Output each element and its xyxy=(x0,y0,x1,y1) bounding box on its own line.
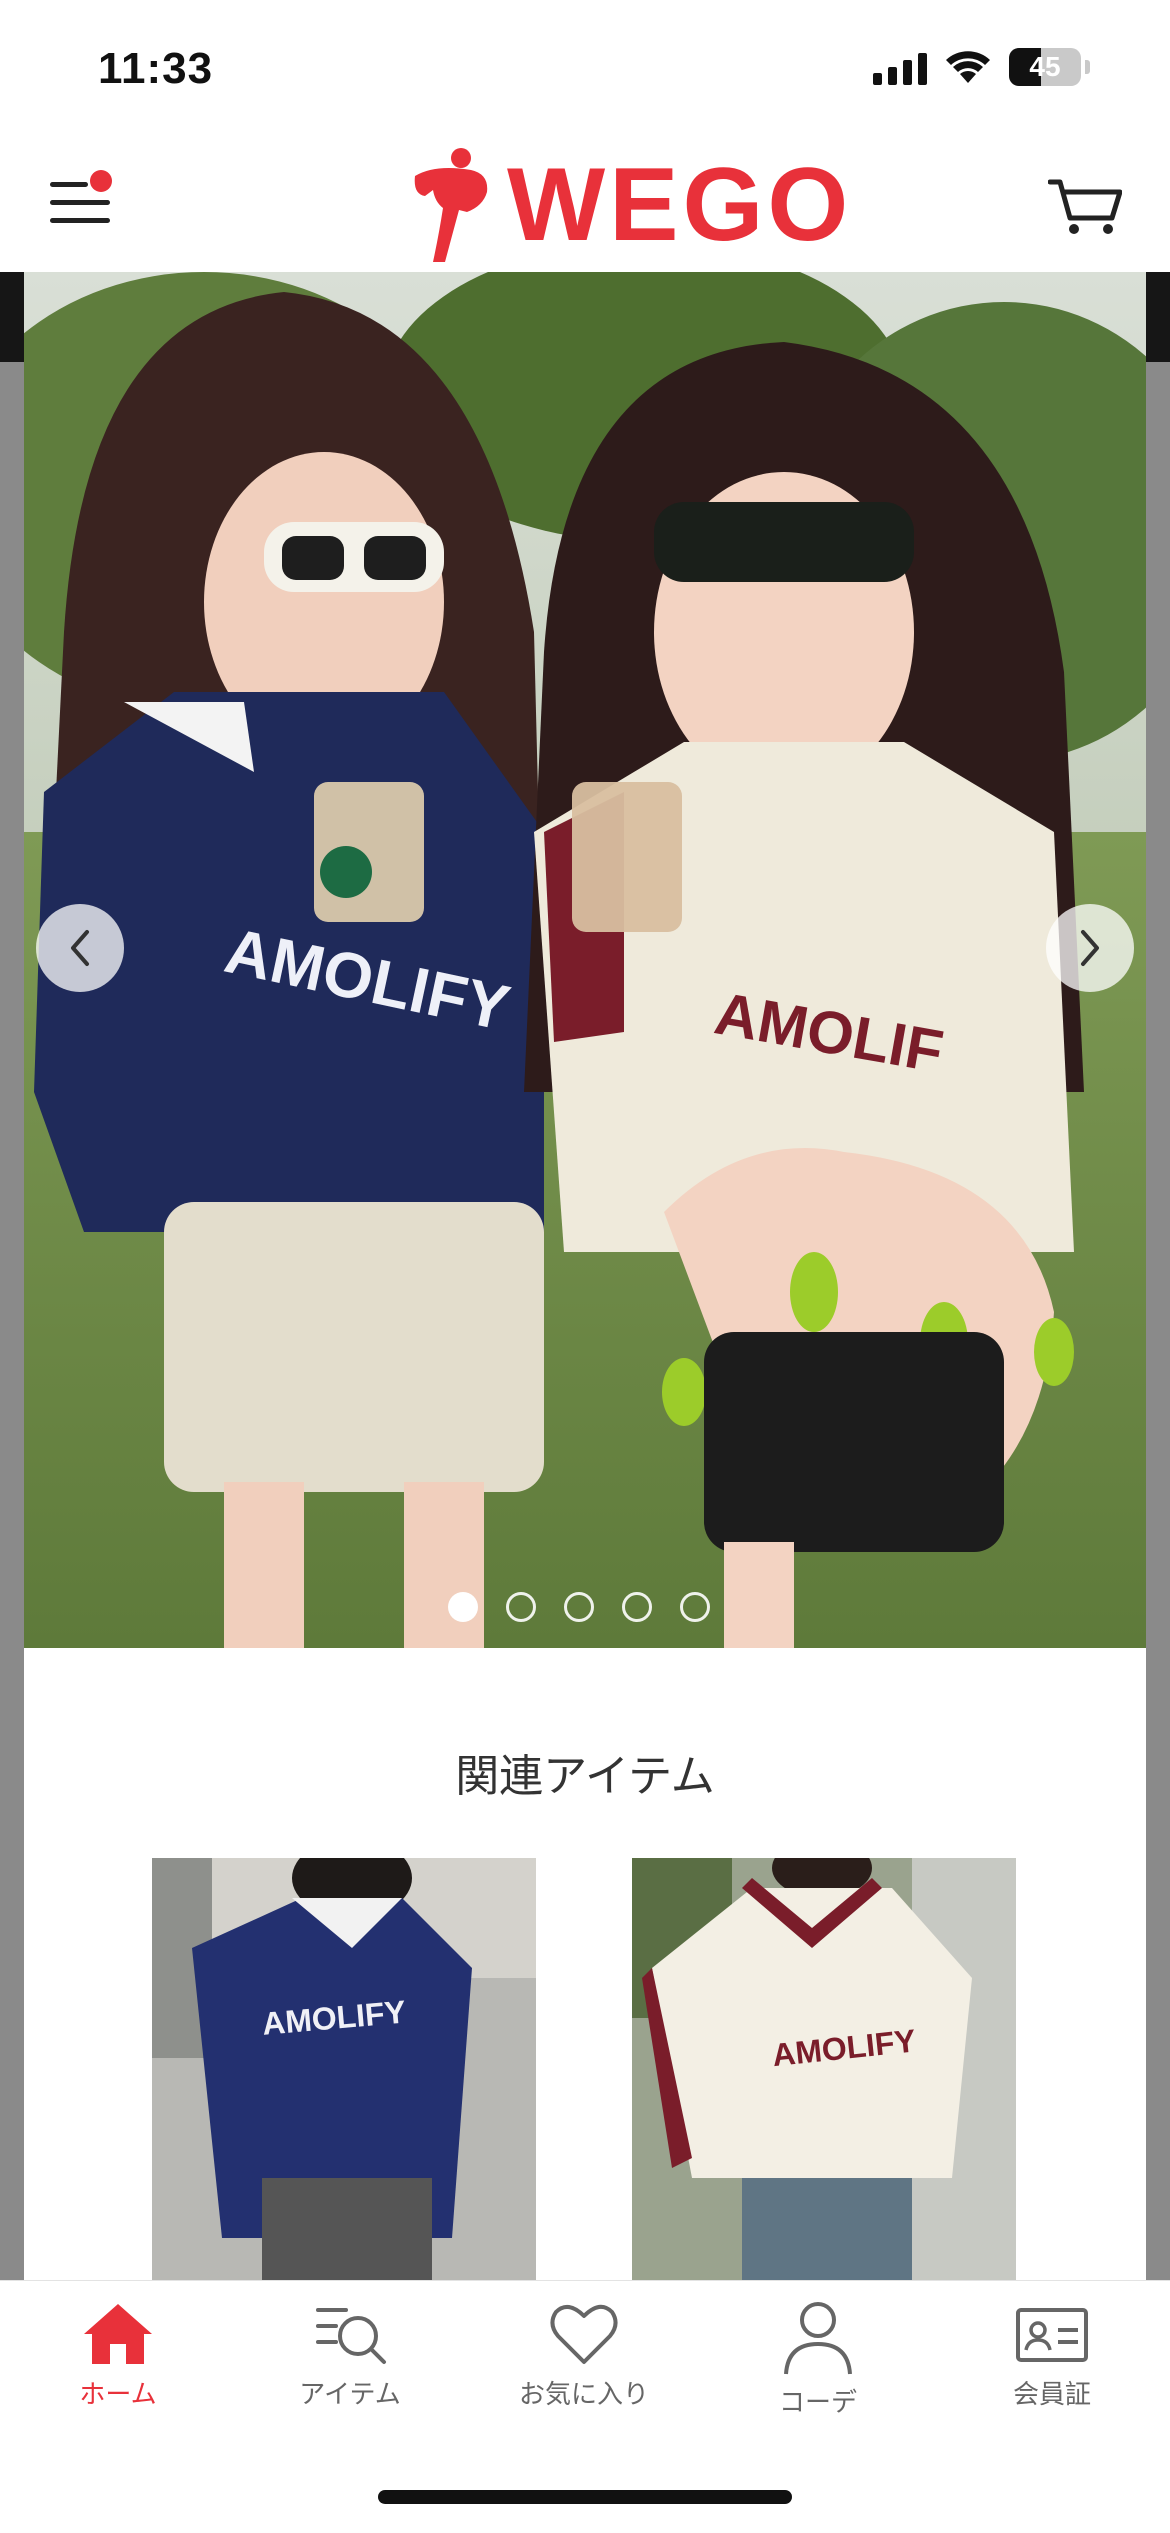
related-item-image: AMOLIFY xyxy=(152,1858,536,2282)
related-item-card[interactable]: AMOLIFY xyxy=(632,1858,1016,2282)
item-search-icon xyxy=(316,2308,386,2364)
nav-items[interactable]: アイテム xyxy=(250,2300,450,2430)
carousel-dot[interactable] xyxy=(506,1592,536,1622)
hero-photo: AMOLIFY AMOLIF xyxy=(24,272,1146,1648)
carousel-next-button[interactable] xyxy=(1046,904,1134,992)
carousel-prev-button[interactable] xyxy=(36,904,124,992)
carousel-side-strip-left xyxy=(0,272,24,362)
hero-carousel[interactable]: AMOLIFY AMOLIF xyxy=(24,272,1146,1648)
nav-home-label: ホーム xyxy=(79,2380,157,2410)
member-card-icon xyxy=(1016,2308,1088,2362)
heart-icon xyxy=(550,2304,618,2364)
nav-items-label: アイテム xyxy=(299,2380,401,2410)
wego-logo[interactable]: WEGO xyxy=(405,140,852,270)
status-icons: 45 xyxy=(873,48,1090,86)
person-icon xyxy=(784,2302,852,2375)
carousel-pagination xyxy=(448,1592,710,1622)
carousel-dot[interactable] xyxy=(448,1592,478,1622)
related-items-title: 関連アイテム xyxy=(455,1751,715,1802)
notification-dot xyxy=(90,170,112,192)
nav-member-card-label: 会員証 xyxy=(1012,2380,1091,2410)
cart-icon[interactable] xyxy=(1048,176,1122,236)
wifi-icon xyxy=(946,51,990,83)
nav-coordinate[interactable]: コーデ xyxy=(718,2300,918,2430)
side-gutter-right xyxy=(1146,362,1170,2282)
cellular-signal-icon xyxy=(873,49,927,85)
carousel-side-strip-right xyxy=(1146,272,1170,362)
carousel-dot[interactable] xyxy=(622,1592,652,1622)
carousel-dot[interactable] xyxy=(680,1592,710,1622)
battery-level: 45 xyxy=(1029,51,1061,82)
nav-member-card[interactable]: 会員証 xyxy=(952,2300,1152,2430)
related-item-card[interactable]: AMOLIFY xyxy=(152,1858,536,2282)
nav-favorites[interactable]: お気に入り xyxy=(484,2300,684,2430)
chevron-left-icon xyxy=(71,930,89,966)
nav-favorites-label: お気に入り xyxy=(518,2380,649,2410)
side-gutter-left xyxy=(0,362,24,2282)
battery-tip xyxy=(1085,60,1090,74)
logo-figure-icon xyxy=(414,148,488,262)
logo-text: WEGO xyxy=(507,147,853,263)
hamburger-menu-icon[interactable] xyxy=(50,170,114,232)
nav-coordinate-label: コーデ xyxy=(778,2388,857,2418)
home-indicator xyxy=(378,2490,792,2504)
related-item-image: AMOLIFY xyxy=(632,1858,1016,2282)
chevron-right-icon xyxy=(1081,930,1099,966)
battery-icon: 45 xyxy=(1009,48,1081,86)
carousel-dot[interactable] xyxy=(564,1592,594,1622)
status-time: 11:33 xyxy=(98,44,214,93)
home-icon xyxy=(84,2304,152,2364)
nav-home[interactable]: ホーム xyxy=(18,2300,218,2430)
